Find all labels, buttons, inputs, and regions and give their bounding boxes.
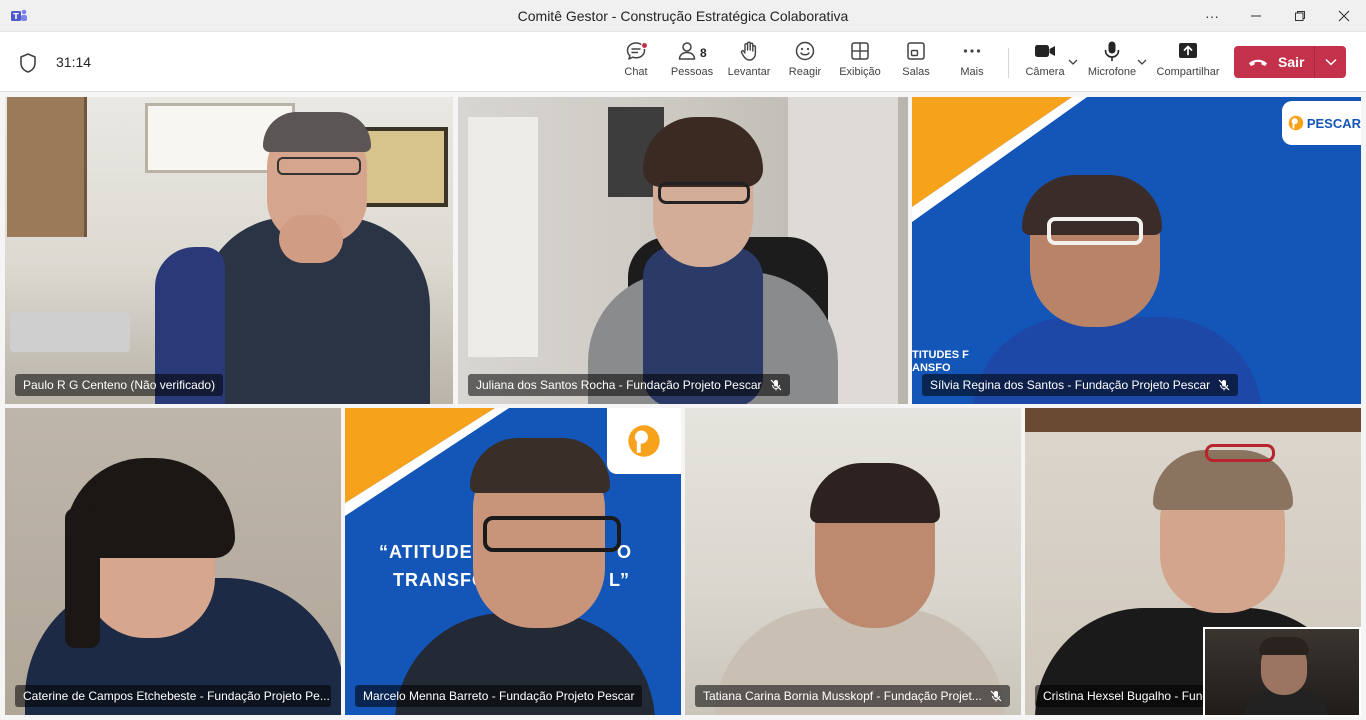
minimize-icon [1251, 15, 1261, 17]
participant-name: Juliana dos Santos Rocha - Fundação Proj… [476, 378, 762, 392]
participant-tile[interactable]: “ATITUDE O TRANSFO L” Marcelo Menna Barr… [345, 408, 681, 715]
raise-hand-button[interactable]: Levantar [726, 40, 772, 88]
chevron-down-icon [1324, 58, 1337, 66]
glasses [277, 157, 361, 175]
participant-name: Marcelo Menna Barreto - Fundação Projeto… [363, 689, 635, 703]
title-bar: T Comitê Gestor - Construção Estratégica… [0, 0, 1366, 32]
participant-name-tag: Tatiana Carina Bornia Musskopf - Fundaçã… [695, 685, 1010, 707]
chat-button[interactable]: Chat [620, 40, 652, 88]
participant-tile[interactable]: Juliana dos Santos Rocha - Fundação Proj… [458, 97, 908, 404]
person-hair [470, 438, 610, 493]
participant-name: Sílvia Regina dos Santos - Fundação Proj… [930, 378, 1211, 392]
pescar-logo-icon [628, 425, 660, 457]
more-label: Mais [960, 66, 984, 78]
self-view[interactable] [1203, 627, 1361, 717]
hand-icon [740, 41, 757, 61]
breakout-rooms-button[interactable]: Salas [899, 40, 933, 88]
participant-name: Tatiana Carina Bornia Musskopf - Fundaçã… [703, 689, 982, 703]
view-button[interactable]: Exibição [838, 40, 882, 88]
toolbar-divider [1008, 48, 1009, 78]
glasses [658, 182, 750, 204]
microphone-label: Microfone [1087, 66, 1137, 78]
pescar-logo-text: PESCAR [1306, 115, 1361, 131]
people-label: Pessoas [670, 66, 714, 78]
react-button[interactable]: Reagir [786, 40, 824, 88]
microphone-icon [1104, 41, 1120, 62]
chat-label: Chat [624, 66, 648, 78]
glasses [483, 516, 621, 552]
view-label: Exibição [839, 66, 881, 78]
person-hair [263, 112, 371, 152]
camera-label: Câmera [1025, 66, 1065, 78]
share-screen-icon [1179, 43, 1197, 58]
window-title: Comitê Gestor - Construção Estratégica C… [517, 8, 849, 24]
camera-options-chevron-icon[interactable] [1068, 58, 1078, 66]
more-actions-button[interactable]: Mais [956, 40, 988, 88]
wall-frame [360, 127, 448, 207]
pescar-logo [607, 408, 681, 474]
mic-muted-icon [1218, 379, 1230, 391]
camera-button[interactable]: Câmera [1024, 40, 1066, 88]
participant-tile[interactable]: Tatiana Carina Bornia Musskopf - Fundaçã… [685, 408, 1021, 715]
close-icon [1338, 10, 1350, 22]
wooden-cabinet [7, 97, 87, 237]
participant-tile[interactable]: PESCAR TITUDES F ANSFO Sílvia Regina dos… [912, 97, 1361, 404]
microphone-button[interactable]: Microfone [1086, 40, 1138, 88]
restore-icon [1295, 11, 1305, 21]
restore-button[interactable] [1278, 0, 1322, 32]
participant-name: Caterine de Campos Etchebeste - Fundação… [23, 689, 330, 703]
smiley-icon [795, 41, 815, 61]
participant-name-tag: Caterine de Campos Etchebeste - Fundação… [15, 685, 331, 707]
raise-hand-label: Levantar [727, 66, 771, 78]
people-count: 8 [700, 46, 707, 60]
wooden-beam [1025, 408, 1361, 432]
desk-printer [10, 312, 130, 352]
people-button[interactable]: 8 Pessoas [670, 40, 714, 88]
glasses-on-head [1205, 444, 1275, 462]
people-icon [678, 42, 696, 60]
banner-line: TITUDES F [912, 349, 969, 361]
shield-icon[interactable] [18, 52, 38, 74]
meeting-toolbar: 31:14 Chat 8 Pessoas Levantar Reagir Exi… [0, 32, 1366, 92]
chat-unread-dot [641, 42, 648, 49]
hang-up-icon [1249, 59, 1267, 66]
close-button[interactable] [1322, 0, 1366, 32]
pescar-logo-icon [1288, 115, 1304, 131]
camera-icon [1035, 45, 1055, 57]
slogan-line-end: L” [609, 570, 629, 590]
leave-button[interactable]: Sair [1234, 46, 1346, 78]
person-hand [279, 215, 343, 263]
mic-muted-icon [770, 379, 781, 391]
glasses [1047, 217, 1143, 245]
mic-muted-icon [990, 690, 1002, 702]
rooms-icon [907, 42, 925, 60]
participant-name-tag: Marcelo Menna Barreto - Fundação Projeto… [355, 685, 643, 707]
wall-shelf [468, 117, 538, 357]
slogan-line: “ATITUDE [379, 542, 473, 562]
participant-name-tag: Sílvia Regina dos Santos - Fundação Proj… [922, 374, 1239, 396]
share-button[interactable]: Compartilhar [1154, 40, 1222, 88]
leave-options-button[interactable] [1315, 46, 1346, 78]
pescar-logo: PESCAR [1282, 101, 1361, 145]
more-icon [963, 49, 981, 53]
react-label: Reagir [788, 66, 822, 78]
participant-name-tag: Juliana dos Santos Rocha - Fundação Proj… [468, 374, 790, 396]
leave-label: Sair [1278, 54, 1305, 70]
share-label: Compartilhar [1156, 66, 1220, 78]
meeting-timer: 31:14 [56, 54, 92, 70]
self-view-hair [1259, 637, 1309, 655]
grid-view-icon [851, 42, 869, 60]
video-stage: Paulo R G Centeno (Não verificado) Julia… [0, 93, 1366, 720]
leave-main[interactable]: Sair [1234, 46, 1314, 78]
rooms-label: Salas [902, 66, 930, 78]
microphone-options-chevron-icon[interactable] [1137, 58, 1147, 66]
participant-name-tag: Paulo R G Centeno (Não verificado) [15, 374, 224, 396]
minimize-button[interactable] [1234, 0, 1278, 32]
participant-name: Paulo R G Centeno (Não verificado) [23, 378, 216, 392]
participant-tile[interactable]: Paulo R G Centeno (Não verificado) [5, 97, 453, 404]
banner-text: TITUDES F ANSFO [912, 349, 969, 375]
person-hair [65, 508, 100, 648]
participant-tile[interactable]: Caterine de Campos Etchebeste - Fundação… [5, 408, 341, 715]
window-more-button[interactable]: ··· [1190, 0, 1234, 32]
